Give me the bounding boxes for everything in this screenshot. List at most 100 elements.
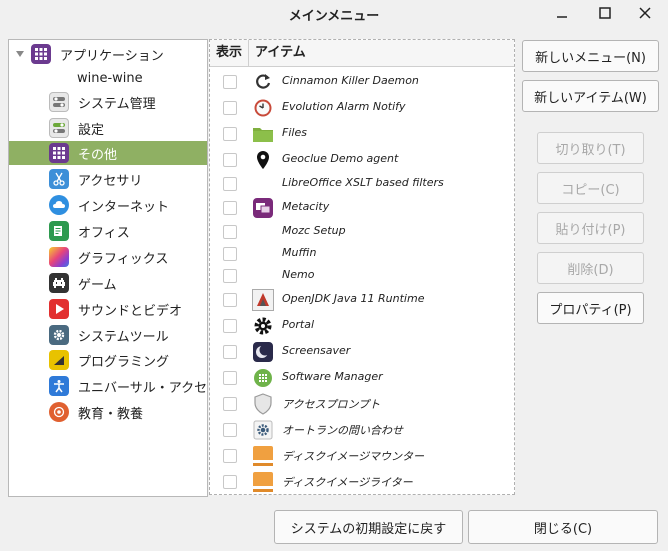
gear-small-icon xyxy=(252,419,274,441)
minimize-button[interactable] xyxy=(547,2,577,24)
moon-icon xyxy=(252,341,274,363)
tree-item-label: その他 xyxy=(78,147,118,163)
list-item[interactable]: LibreOffice XSLT based filters xyxy=(210,172,514,196)
show-checkbox[interactable] xyxy=(223,371,237,385)
item-label: Mozc Setup xyxy=(282,224,346,237)
list-item[interactable]: Evolution Alarm Notify xyxy=(210,96,514,120)
list-item[interactable]: Files xyxy=(210,122,514,146)
tree-item-games[interactable]: ゲーム xyxy=(9,271,207,295)
cut-button[interactable]: 切り取り(T) xyxy=(537,132,644,164)
show-checkbox[interactable] xyxy=(223,269,237,283)
tree-item-universal-access[interactable]: ユニバーサル・アクセス xyxy=(9,374,208,398)
tree-item-applications[interactable]: アプリケーション xyxy=(9,42,207,66)
column-header-item[interactable]: アイテム xyxy=(255,40,306,66)
tree-item-label: wine-wine xyxy=(77,70,143,86)
tree-item-accessories[interactable]: アクセサリ xyxy=(9,167,207,191)
show-checkbox[interactable] xyxy=(223,475,237,489)
tree-item-label: オフィス xyxy=(78,225,130,241)
tree-item-system-admin[interactable]: システム管理 xyxy=(9,90,207,114)
properties-button[interactable]: プロパティ(P) xyxy=(537,292,644,324)
delete-button[interactable]: 削除(D) xyxy=(537,252,644,284)
refresh-icon xyxy=(252,71,274,93)
toggle-icon xyxy=(49,92,69,112)
paste-button[interactable]: 貼り付け(P) xyxy=(537,212,644,244)
tree-item-internet[interactable]: インターネット xyxy=(9,193,207,217)
show-checkbox[interactable] xyxy=(223,319,237,333)
play-icon xyxy=(49,299,69,319)
item-list[interactable]: 表示 アイテム Cinnamon Killer Daemon Evolution… xyxy=(209,39,515,495)
show-checkbox[interactable] xyxy=(223,75,237,89)
app-grid-icon xyxy=(31,44,51,64)
invader-icon xyxy=(49,273,69,293)
close-button[interactable]: 閉じる(C) xyxy=(468,510,658,544)
list-item[interactable]: Software Manager xyxy=(210,366,514,390)
show-checkbox[interactable] xyxy=(223,423,237,437)
tree-item-other[interactable]: その他 xyxy=(9,141,207,165)
list-item[interactable]: Muffin xyxy=(210,242,514,266)
tree-item-programming[interactable]: プログラミング xyxy=(9,348,207,372)
maximize-icon xyxy=(599,7,611,19)
show-checkbox[interactable] xyxy=(223,177,237,191)
tree-item-system-tools[interactable]: システムツール xyxy=(9,323,207,347)
list-item[interactable]: Cinnamon Killer Daemon xyxy=(210,70,514,94)
show-checkbox[interactable] xyxy=(223,345,237,359)
alarm-clock-icon xyxy=(252,97,274,119)
item-label: アクセスプロンプト xyxy=(282,398,381,411)
list-header: 表示 アイテム xyxy=(210,40,514,67)
shield-icon xyxy=(252,393,274,415)
list-item[interactable]: Metacity xyxy=(210,196,514,220)
maximize-button[interactable] xyxy=(590,2,620,24)
palette-icon xyxy=(49,247,69,267)
list-item[interactable]: OpenJDK Java 11 Runtime xyxy=(210,288,514,312)
show-checkbox[interactable] xyxy=(223,397,237,411)
show-checkbox[interactable] xyxy=(223,101,237,115)
settings-toggle-icon xyxy=(49,118,69,138)
tree-item-graphics[interactable]: グラフィックス xyxy=(9,245,207,269)
new-item-button[interactable]: 新しいアイテム(W) xyxy=(522,80,659,112)
tree-item-label: ゲーム xyxy=(78,277,117,293)
tree-item-label: ユニバーサル・アクセス xyxy=(78,380,208,396)
tree-item-label: アクセサリ xyxy=(78,173,143,189)
list-item[interactable]: アクセスプロンプト xyxy=(210,392,514,416)
show-checkbox[interactable] xyxy=(223,293,237,307)
item-label: Muffin xyxy=(282,246,317,259)
close-icon xyxy=(639,7,651,19)
new-menu-button[interactable]: 新しいメニュー(N) xyxy=(522,40,659,72)
list-item[interactable]: Geoclue Demo agent xyxy=(210,148,514,172)
item-label: Nemo xyxy=(282,268,315,281)
disk-image-icon xyxy=(252,471,274,493)
list-item[interactable]: オートランの問い合わせ xyxy=(210,418,514,442)
list-item[interactable]: ディスクイメージマウンター xyxy=(210,444,514,468)
tree-item-wine[interactable]: wine-wine xyxy=(9,66,207,90)
tree-item-label: グラフィックス xyxy=(78,251,169,267)
list-item[interactable]: ディスクイメージライター xyxy=(210,470,514,494)
tree-item-settings[interactable]: 設定 xyxy=(9,116,207,140)
tree-item-label: 教育・教養 xyxy=(78,406,144,422)
show-checkbox[interactable] xyxy=(223,449,237,463)
show-checkbox[interactable] xyxy=(223,201,237,215)
list-item[interactable]: Screensaver xyxy=(210,340,514,364)
list-item[interactable]: Mozc Setup xyxy=(210,220,514,244)
tree-item-education[interactable]: 教育・教養 xyxy=(9,400,207,424)
programming-icon xyxy=(49,350,69,370)
column-header-show[interactable]: 表示 xyxy=(210,40,249,66)
close-window-button[interactable] xyxy=(630,2,660,24)
reset-defaults-button[interactable]: システムの初期設定に戻す xyxy=(274,510,463,544)
tree-item-office[interactable]: オフィス xyxy=(9,219,207,243)
show-checkbox[interactable] xyxy=(223,153,237,167)
item-label: Evolution Alarm Notify xyxy=(282,100,406,113)
item-label: LibreOffice XSLT based filters xyxy=(282,176,444,189)
copy-button[interactable]: コピー(C) xyxy=(537,172,644,204)
list-item[interactable]: Nemo xyxy=(210,264,514,288)
list-item[interactable]: Portal xyxy=(210,314,514,338)
tree-item-label: システムツール xyxy=(78,329,169,345)
show-checkbox[interactable] xyxy=(223,225,237,239)
software-manager-icon xyxy=(252,367,274,389)
show-checkbox[interactable] xyxy=(223,127,237,141)
item-label: ディスクイメージマウンター xyxy=(282,450,425,463)
scissors-icon xyxy=(49,169,69,189)
item-label: OpenJDK Java 11 Runtime xyxy=(282,292,425,305)
tree-item-sound-video[interactable]: サウンドとビデオ xyxy=(9,297,207,321)
show-checkbox[interactable] xyxy=(223,247,237,261)
menu-tree[interactable]: アプリケーション wine-wine システム管理 設定 その他 アクセサリ イ… xyxy=(8,39,208,497)
